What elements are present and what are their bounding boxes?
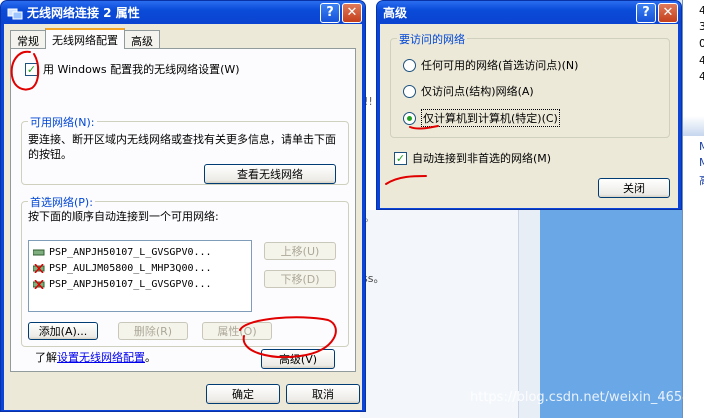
background-column [518, 210, 540, 418]
preferred-networks-list[interactable]: PSP_ANPJH50107_L_GVSGPV0... PSP_AULJM058… [28, 240, 252, 312]
wireless-properties-dialog: 无线网络连接 2 属性 ? ✕ 常规 无线网络配置 高级 ✓ 用 Windows… [0, 0, 366, 412]
list-item[interactable]: PSP_ANPJH50107_L_GVSGPV0... [29, 244, 251, 260]
network-name: PSP_AULJM05800_L_MHP3Q00... [49, 262, 212, 274]
view-wireless-networks-button[interactable]: 查看无线网络 [204, 164, 336, 184]
network-connection-icon [7, 8, 23, 19]
radio-button[interactable] [403, 58, 416, 72]
list-item[interactable]: PSP_AULJM05800_L_MHP3Q00... [29, 260, 251, 276]
radio-any-network[interactable]: 任何可用的网络(首选访问点)(N) [403, 57, 578, 73]
close-button[interactable]: ✕ [342, 2, 362, 23]
advanced-dialog: 高级 ? ✕ 要访问的网络 任何可用的网络(首选访问点)(N) 仅访问点(结构)… [376, 0, 682, 210]
radio-button[interactable] [403, 84, 416, 98]
available-networks-title: 可用网络(N): [28, 114, 97, 130]
help-button[interactable]: ? [320, 2, 340, 23]
move-up-button[interactable]: 上移(U) [264, 242, 336, 260]
background-blue-area [540, 210, 690, 418]
advanced-title-bar: 高级 ? ✕ [377, 1, 681, 24]
network-access-group: 要访问的网络 任何可用的网络(首选访问点)(N) 仅访问点(结构)网络(A) 仅… [390, 31, 670, 138]
auto-connect-label: 自动连接到非首选的网络(M) [412, 152, 552, 165]
network-name: PSP_ANPJH50107_L_GVSGPV0... [49, 278, 212, 290]
title-bar: 无线网络连接 2 属性 ? ✕ [1, 1, 365, 24]
network-access-title: 要访问的网络 [397, 31, 467, 47]
bg-text: 4 [699, 70, 704, 83]
advanced-button[interactable]: 高级(V) [261, 349, 335, 369]
unavailable-network-icon [32, 279, 45, 289]
available-networks-description: 要连接、断开区域内无线网络或查找有关更多信息，请单击下面的按钮。 [28, 133, 336, 161]
tab-advanced[interactable]: 高级 [124, 30, 160, 48]
list-item[interactable]: PSP_ANPJH50107_L_GVSGPV0... [29, 276, 251, 292]
network-name: PSP_ANPJH50107_L_GVSGPV0... [49, 246, 212, 258]
bg-text: 0 [699, 37, 704, 50]
auto-connect-row[interactable]: ✓ 自动连接到非首选的网络(M) [394, 150, 551, 166]
radio-button-selected[interactable] [403, 111, 416, 125]
help-button[interactable]: ? [636, 2, 656, 23]
bg-text: 3 [699, 20, 704, 33]
use-windows-label: 用 Windows 配置我的无线网络设置(W) [43, 63, 240, 76]
background-side-panel: 4 3 0 4 4 M M 高 [682, 0, 704, 418]
background-panel [360, 210, 540, 418]
add-button[interactable]: 添加(A)... [28, 322, 98, 340]
close-button[interactable]: ✕ [658, 2, 678, 23]
radio-label: 仅访问点(结构)网络(A) [421, 85, 534, 98]
preferred-networks-description: 按下面的顺序自动连接到一个可用网络: [28, 210, 219, 223]
learn-prefix: 了解 [35, 351, 57, 364]
use-windows-config-row[interactable]: ✓ 用 Windows 配置我的无线网络设置(W) [25, 61, 240, 77]
watermark-text: https://blog.csdn.net/weixin_46544674 [470, 390, 704, 405]
properties-button[interactable]: 属性(O) [202, 322, 272, 340]
radio-access-point-only[interactable]: 仅访问点(结构)网络(A) [403, 83, 534, 99]
advanced-dialog-title: 高级 [383, 6, 408, 20]
cancel-button[interactable]: 取消 [286, 384, 360, 404]
learn-suffix: 。 [145, 351, 156, 364]
tab-wireless-config[interactable]: 无线网络配置 [45, 28, 125, 49]
remove-button[interactable]: 删除(R) [118, 322, 188, 340]
tab-general[interactable]: 常规 [10, 30, 46, 48]
bg-text: M [699, 156, 704, 169]
bg-text: 4 [699, 54, 704, 67]
auto-connect-checkbox[interactable]: ✓ [394, 151, 407, 165]
available-networks-group: 可用网络(N): 要连接、断开区域内无线网络或查找有关更多信息，请单击下面的按钮… [21, 114, 349, 185]
bg-header-strip [683, 116, 704, 136]
bg-text: 高 [699, 172, 704, 188]
dialog-title: 无线网络连接 2 属性 [27, 6, 140, 20]
tab-strip: 常规 无线网络配置 高级 [10, 28, 160, 49]
close-dialog-button[interactable]: 关闭 [598, 178, 670, 198]
bg-text: M [699, 140, 704, 153]
tab-page: ✓ 用 Windows 配置我的无线网络设置(W) 可用网络(N): 要连接、断… [10, 48, 356, 372]
learn-more-row: 了解 设置无线网络配置 。 [35, 349, 156, 365]
setup-wireless-config-link[interactable]: 设置无线网络配置 [57, 349, 145, 365]
bg-text: 4 [699, 4, 704, 17]
wireless-network-icon [32, 248, 45, 257]
preferred-networks-group: 首选网络(P): 按下面的顺序自动连接到一个可用网络: PSP_ANPJH501… [21, 194, 349, 347]
radio-label: 任何可用的网络(首选访问点)(N) [421, 59, 579, 72]
radio-label: 仅计算机到计算机(特定)(C) [421, 109, 560, 127]
ok-button[interactable]: 确定 [206, 384, 280, 404]
radio-computer-to-computer[interactable]: 仅计算机到计算机(特定)(C) [403, 109, 560, 127]
move-down-button[interactable]: 下移(D) [264, 270, 336, 288]
unavailable-network-icon [32, 263, 45, 273]
use-windows-checkbox[interactable]: ✓ [25, 62, 38, 76]
